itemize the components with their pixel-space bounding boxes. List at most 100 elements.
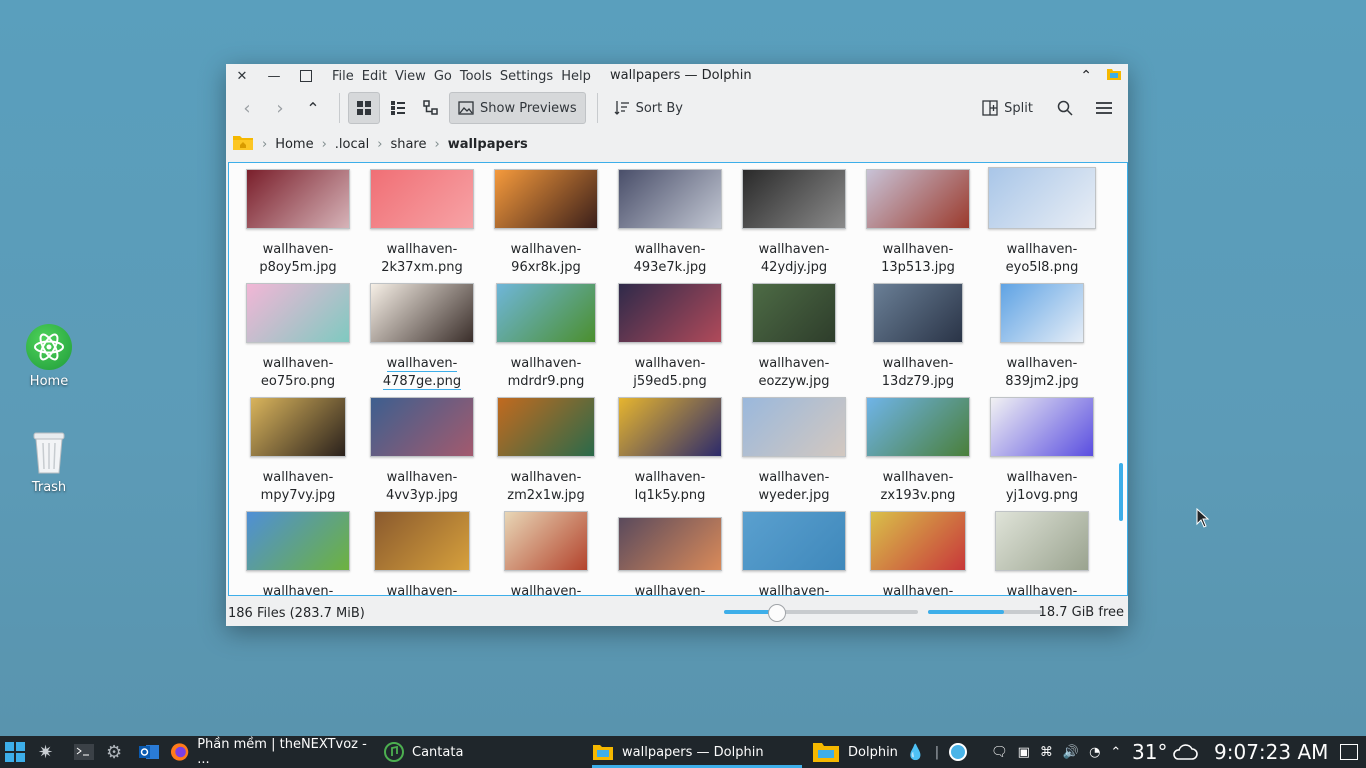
file-thumbnail [504, 511, 588, 571]
compact-view-button[interactable] [383, 93, 413, 123]
breadcrumb-share[interactable]: share [384, 137, 432, 152]
desktop-icon-trash[interactable]: Trash [9, 430, 89, 495]
network-icon[interactable]: ◔ [1089, 745, 1100, 760]
task-cantata[interactable]: Cantata [384, 736, 584, 768]
file-item[interactable]: wallhaven- 4vv3yp.jpg [361, 397, 483, 505]
task-dolphin[interactable]: Dolphin [812, 736, 902, 768]
file-item[interactable]: wallhaven-j59ed5.png [609, 283, 731, 391]
file-thumbnail [370, 283, 474, 343]
file-item[interactable]: wallhaven- [361, 511, 483, 595]
file-view[interactable]: wallhaven-p8oy5m.jpg wallhaven- 2k37xm.png… [228, 162, 1128, 596]
dolphin-window: ✕ — File Edit View Go Tools Settings Hel… [226, 64, 1128, 626]
folder-icon[interactable] [232, 133, 254, 155]
menu-help[interactable]: Help [557, 69, 595, 84]
file-item[interactable]: wallhaven-mdrdr9.png [485, 283, 607, 391]
show-previews-button[interactable]: Show Previews [449, 92, 586, 124]
start-button[interactable] [4, 736, 26, 768]
file-item[interactable]: wallhaven-48lyvk. [981, 511, 1103, 595]
breadcrumb-local[interactable]: .local [329, 137, 375, 152]
file-item[interactable]: wallhaven- 13p513.jpg [857, 169, 979, 277]
launcher-outlook[interactable] [138, 736, 160, 768]
forward-button[interactable]: › [265, 93, 295, 123]
file-item[interactable]: wallhaven- 42ydjy.jpg [733, 169, 855, 277]
file-item[interactable]: wallhaven- [485, 511, 607, 595]
split-button[interactable]: Split [974, 93, 1041, 123]
file-thumbnail [494, 169, 598, 229]
keep-above-icon[interactable]: ⌃ [1080, 68, 1092, 84]
input-method-icon[interactable]: ⌘ [1040, 745, 1053, 760]
volume-icon[interactable]: 🔊 [1063, 745, 1079, 760]
file-name: wallhaven- 4787ge.png [382, 356, 462, 390]
file-item[interactable]: wallhaven- 493e7k.jpg [609, 169, 731, 277]
file-item[interactable]: wallhaven-p8oy5m.jpg [237, 169, 359, 277]
back-button[interactable]: ‹ [232, 93, 262, 123]
menu-settings[interactable]: Settings [496, 69, 557, 84]
file-thumbnail [246, 169, 350, 229]
drop-icon[interactable]: 💧 [906, 743, 925, 761]
file-item[interactable]: wallhaven-eo75ro.png [237, 283, 359, 391]
file-name: wallhaven- 13p513.jpg [881, 242, 955, 275]
file-item[interactable]: wallhaven-mpy7vy.jpg [237, 397, 359, 505]
task-wallpapers-dolphin[interactable]: wallpapers — Dolphin [592, 736, 802, 768]
menu-tools[interactable]: Tools [456, 69, 496, 84]
hamburger-menu-button[interactable] [1089, 93, 1119, 123]
file-item[interactable]: wallhaven- 96xr8k.jpg [485, 169, 607, 277]
file-item[interactable]: wallhaven- [237, 511, 359, 595]
file-item[interactable]: wallhaven-zx193v.png [857, 397, 979, 505]
file-name: wallhaven-j59ed5.png [633, 356, 707, 389]
weather-temperature[interactable]: 31° [1132, 736, 1167, 768]
file-item[interactable]: wallhaven-eozzyw.jpg [733, 283, 855, 391]
task-firefox[interactable]: Phần mềm | theNEXTvoz - ... [170, 736, 376, 768]
file-thumbnail [250, 397, 346, 457]
icons-view-button[interactable] [348, 92, 380, 124]
up-button[interactable]: ⌃ [298, 93, 328, 123]
status-dot-icon[interactable] [949, 743, 968, 761]
launcher-system-settings[interactable]: ⚙ [106, 736, 122, 768]
menu-edit[interactable]: Edit [358, 69, 391, 84]
close-window-button[interactable]: ✕ [226, 64, 258, 88]
file-item[interactable]: wallhaven- 839jm2.jpg [981, 283, 1103, 391]
zoom-slider[interactable] [724, 604, 918, 622]
file-item[interactable]: wallhaven- 4787ge.png [361, 283, 483, 391]
details-view-button[interactable] [416, 93, 446, 123]
file-item[interactable]: wallhaven- [857, 511, 979, 595]
desktop-icon-home[interactable]: Home [9, 324, 89, 389]
file-item[interactable]: wallhaven-wyeder.jpg [733, 397, 855, 505]
tray-divider: | [934, 744, 940, 760]
file-item[interactable]: wallhaven-eyo5l8.png [981, 167, 1103, 277]
file-item[interactable]: wallhaven- 13dz79.jpg [857, 283, 979, 391]
breadcrumb-home[interactable]: Home [269, 137, 319, 152]
cloud-icon[interactable] [1172, 736, 1198, 768]
file-thumbnail [742, 397, 846, 457]
file-name: wallhaven-6qplvl. [758, 584, 830, 596]
vertical-scrollbar[interactable] [1119, 463, 1123, 521]
sticky-note-icon[interactable]: ▣ [1018, 745, 1030, 760]
launcher-terminal[interactable] [74, 736, 94, 768]
clock[interactable]: 9:07:23 AM [1214, 736, 1328, 768]
breadcrumb: › Home › .local › share › wallpapers [226, 128, 1128, 160]
zoom-slider-handle[interactable] [768, 604, 787, 622]
maximize-window-button[interactable] [290, 64, 322, 88]
disk-space-fill [928, 610, 1005, 614]
arrow-right-icon: › [276, 97, 284, 119]
show-desktop-button[interactable] [1340, 736, 1358, 768]
search-button[interactable] [1050, 93, 1080, 123]
menu-view[interactable]: View [391, 69, 430, 84]
menu-go[interactable]: Go [430, 69, 456, 84]
file-item[interactable]: wallhaven-lq1k5y.png [609, 397, 731, 505]
file-item[interactable]: wallhaven- 2k37xm.png [361, 169, 483, 277]
menu-file[interactable]: File [328, 69, 358, 84]
main-toolbar: ‹ › ⌃ Show Previews Sort By Split [226, 88, 1128, 128]
sort-by-button[interactable]: Sort By [606, 93, 691, 123]
chevron-right-icon: › [434, 136, 440, 152]
breadcrumb-wallpapers[interactable]: wallpapers [442, 137, 534, 152]
launcher-settings[interactable]: ✷ [38, 736, 53, 768]
file-item[interactable]: wallhaven- [609, 511, 731, 595]
notes-icon[interactable]: 🗨 [991, 745, 1008, 760]
split-view-icon [982, 100, 998, 116]
file-item[interactable]: wallhaven-zm2x1w.jpg [485, 397, 607, 505]
minimize-window-button[interactable]: — [258, 64, 290, 88]
file-item[interactable]: wallhaven-yj1ovg.png [981, 397, 1103, 505]
expand-tray-icon[interactable]: ⌃ [1110, 745, 1121, 760]
file-item[interactable]: wallhaven-6qplvl. [733, 511, 855, 596]
